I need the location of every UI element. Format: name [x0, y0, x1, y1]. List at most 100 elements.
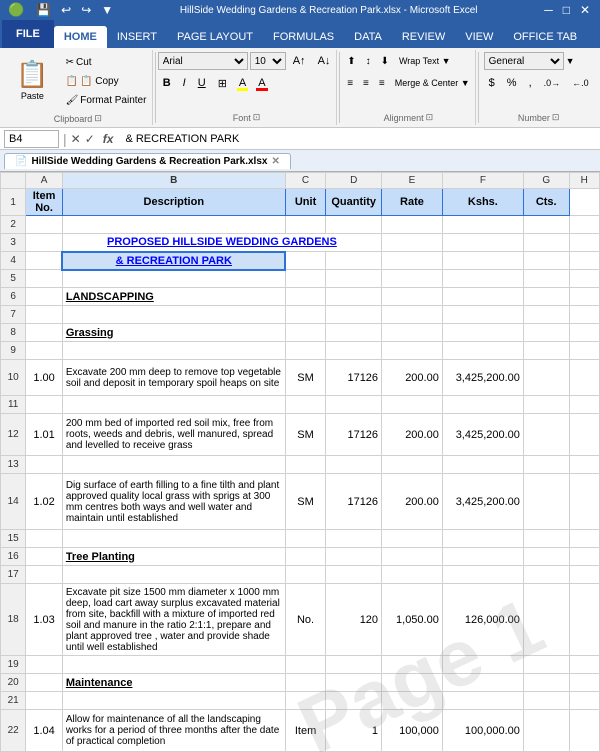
cell-c2[interactable]	[285, 216, 326, 234]
italic-button[interactable]: I	[178, 74, 191, 92]
cell-f17[interactable]	[442, 566, 523, 584]
cell-c16[interactable]	[285, 548, 326, 566]
sheet-tab-close-btn[interactable]: ✕	[271, 156, 279, 167]
cell-e18[interactable]: 1,050.00	[382, 584, 443, 656]
increase-decimal-btn[interactable]: .0→	[539, 74, 566, 92]
tab-page-layout[interactable]: PAGE LAYOUT	[167, 26, 263, 48]
align-left-btn[interactable]: ≡	[343, 74, 357, 92]
cell-g6[interactable]	[523, 288, 569, 306]
tab-view[interactable]: VIEW	[455, 26, 503, 48]
cell-c22[interactable]: Item	[285, 710, 326, 752]
customize-quick-btn[interactable]: ▼	[99, 3, 115, 17]
col-header-h[interactable]: H	[569, 173, 599, 189]
cell-e1[interactable]: Rate	[382, 189, 443, 216]
cell-g18[interactable]	[523, 584, 569, 656]
number-expand-icon2[interactable]: ⊡	[552, 112, 560, 123]
cell-g8[interactable]	[523, 324, 569, 342]
cell-f4[interactable]	[442, 252, 523, 270]
fill-color-button[interactable]: A	[234, 74, 251, 92]
cell-d4[interactable]	[326, 252, 382, 270]
cell-e13[interactable]	[382, 456, 443, 474]
cancel-formula-icon[interactable]: ✕	[71, 132, 81, 146]
cell-g3[interactable]	[523, 234, 569, 252]
cell-e2[interactable]	[382, 216, 443, 234]
font-color-button[interactable]: A	[253, 74, 270, 92]
cell-f14[interactable]: 3,425,200.00	[442, 474, 523, 530]
cell-a17[interactable]	[26, 566, 62, 584]
cell-g12[interactable]	[523, 414, 569, 456]
cell-d9[interactable]	[326, 342, 382, 360]
cell-e7[interactable]	[382, 306, 443, 324]
redo-quick-btn[interactable]: ↪	[79, 3, 93, 17]
cell-f6[interactable]	[442, 288, 523, 306]
formula-input[interactable]	[121, 132, 596, 146]
col-header-a[interactable]: A	[26, 173, 62, 189]
sheet-tab-main[interactable]: 📄 HillSide Wedding Gardens & Recreation …	[4, 153, 291, 169]
borders-button[interactable]: ⊞	[213, 74, 232, 92]
col-header-f[interactable]: F	[442, 173, 523, 189]
cell-g4[interactable]	[523, 252, 569, 270]
cell-c17[interactable]	[285, 566, 326, 584]
cell-c6[interactable]	[285, 288, 326, 306]
increase-font-btn[interactable]: A↑	[288, 52, 311, 70]
cell-e12[interactable]: 200.00	[382, 414, 443, 456]
col-header-e[interactable]: E	[382, 173, 443, 189]
cell-g10[interactable]	[523, 360, 569, 396]
cell-d11[interactable]	[326, 396, 382, 414]
cell-b17[interactable]	[62, 566, 285, 584]
cell-b10[interactable]: Excavate 200 mm deep to remove top veget…	[62, 360, 285, 396]
cell-b15[interactable]	[62, 530, 285, 548]
cell-f13[interactable]	[442, 456, 523, 474]
cell-g9[interactable]	[523, 342, 569, 360]
cell-a19[interactable]	[26, 656, 62, 674]
cell-g11[interactable]	[523, 396, 569, 414]
close-btn[interactable]: ✕	[578, 3, 592, 17]
cell-e6[interactable]	[382, 288, 443, 306]
cell-g16[interactable]	[523, 548, 569, 566]
cell-d20[interactable]	[326, 674, 382, 692]
cell-d10[interactable]: 17126	[326, 360, 382, 396]
cell-e19[interactable]	[382, 656, 443, 674]
cell-g17[interactable]	[523, 566, 569, 584]
cell-f8[interactable]	[442, 324, 523, 342]
cell-d22[interactable]: 1	[326, 710, 382, 752]
align-center-btn[interactable]: ≡	[359, 74, 373, 92]
cell-c14[interactable]: SM	[285, 474, 326, 530]
cell-a7[interactable]	[26, 306, 62, 324]
cell-a6[interactable]	[26, 288, 62, 306]
cell-b5[interactable]	[62, 270, 285, 288]
percent-button[interactable]: %	[502, 74, 522, 92]
cell-d12[interactable]: 17126	[326, 414, 382, 456]
cell-a5[interactable]	[26, 270, 62, 288]
cell-c1[interactable]: Unit	[285, 189, 326, 216]
cell-g2[interactable]	[523, 216, 569, 234]
cell-e10[interactable]: 200.00	[382, 360, 443, 396]
cell-d5[interactable]	[326, 270, 382, 288]
save-quick-btn[interactable]: 💾	[34, 3, 53, 17]
col-header-c[interactable]: C	[285, 173, 326, 189]
cell-b4[interactable]: & RECREATION PARK	[62, 252, 285, 270]
cell-g22[interactable]	[523, 710, 569, 752]
cell-b18[interactable]: Excavate pit size 1500 mm diameter x 100…	[62, 584, 285, 656]
cell-c7[interactable]	[285, 306, 326, 324]
cell-b3[interactable]: PROPOSED HILLSIDE WEDDING GARDENS	[62, 234, 381, 252]
cell-f2[interactable]	[442, 216, 523, 234]
decrease-decimal-btn[interactable]: ←.0	[567, 74, 594, 92]
cell-f7[interactable]	[442, 306, 523, 324]
cell-e21[interactable]	[382, 692, 443, 710]
tab-data[interactable]: DATA	[344, 26, 392, 48]
cell-d17[interactable]	[326, 566, 382, 584]
cell-b6[interactable]: LANDSCAPPING	[62, 288, 285, 306]
cell-a2[interactable]	[26, 216, 62, 234]
cell-c13[interactable]	[285, 456, 326, 474]
cell-c18[interactable]: No.	[285, 584, 326, 656]
cell-c8[interactable]	[285, 324, 326, 342]
cell-d7[interactable]	[326, 306, 382, 324]
tab-home[interactable]: HOME	[54, 26, 107, 48]
cell-b12[interactable]: 200 mm bed of imported red soil mix, fre…	[62, 414, 285, 456]
format-painter-button[interactable]: 🖌 Format Painter	[62, 92, 151, 110]
align-bottom-btn[interactable]: ⬇	[377, 52, 393, 70]
cell-d14[interactable]: 17126	[326, 474, 382, 530]
cell-c19[interactable]	[285, 656, 326, 674]
cell-g14[interactable]	[523, 474, 569, 530]
